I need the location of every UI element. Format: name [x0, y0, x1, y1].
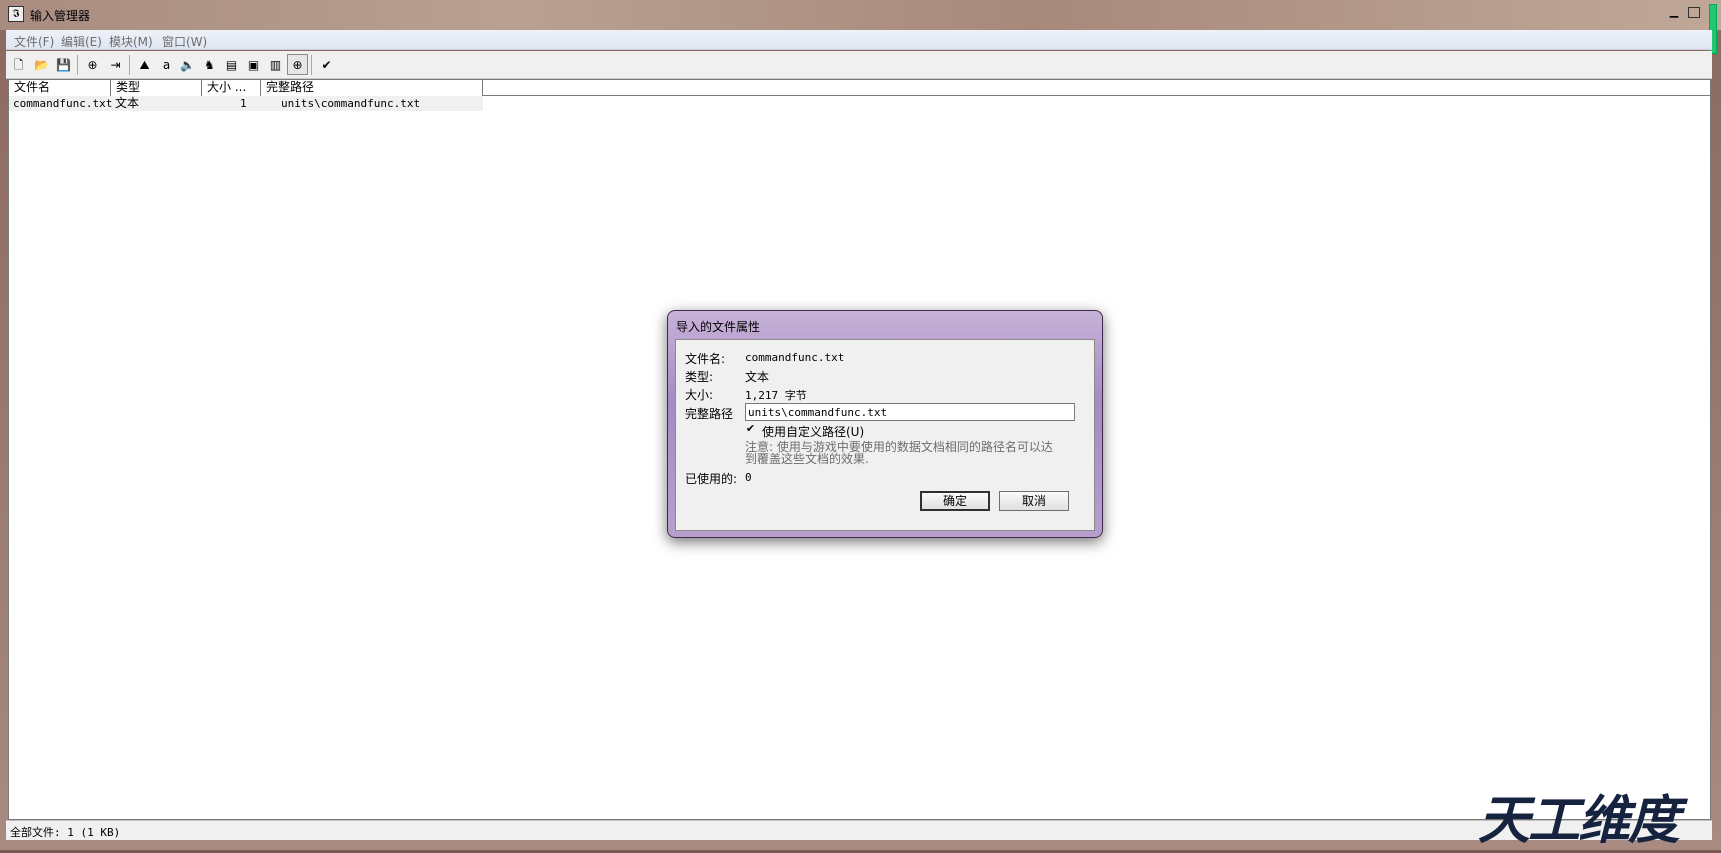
- unit-editor-icon[interactable]: a: [156, 54, 177, 75]
- cancel-button[interactable]: 取消: [999, 491, 1069, 511]
- custom-path-checkbox[interactable]: ✔: [745, 423, 756, 435]
- filename-value: commandfunc.txt: [745, 351, 845, 364]
- column-header-path[interactable]: 完整路径: [261, 80, 483, 96]
- row-path: units\commandfunc.txt: [281, 97, 421, 110]
- test-map-icon[interactable]: ✔: [316, 54, 337, 75]
- row-type: 文本: [115, 96, 140, 110]
- save-icon[interactable]: 💾: [53, 54, 74, 75]
- used-value: 0: [745, 471, 752, 484]
- row-filename: commandfunc.txt: [13, 97, 113, 110]
- watermark-text: 天工维度: [1478, 791, 1680, 851]
- dialog-title: 导入的文件属性: [676, 320, 761, 334]
- menu-window[interactable]: 窗口(W): [162, 33, 207, 50]
- ok-button[interactable]: 确定: [920, 491, 990, 511]
- import-manager-window: 𝕴 输入管理器 ▁ 文件(F) 编辑(E) 模块(M) 窗口(W) 🗋 📂 💾 …: [0, 0, 1721, 851]
- list-header: 文件名 类型 大小 ... 完整路径: [9, 80, 1712, 96]
- table-row[interactable]: commandfunc.txt 文本 1 units\commandfunc.t…: [9, 96, 483, 111]
- size-label: 大小:: [685, 388, 714, 402]
- column-header-size[interactable]: 大小 ...: [202, 80, 261, 96]
- open-folder-icon[interactable]: 📂: [31, 54, 52, 75]
- terrain-editor-icon[interactable]: ⛰: [134, 54, 155, 75]
- path-input[interactable]: [745, 403, 1075, 421]
- window-title: 输入管理器: [30, 9, 91, 23]
- status-text: 全部文件: 1 (1 KB): [10, 826, 121, 839]
- file-properties-dialog: 导入的文件属性 文件名: commandfunc.txt 类型: 文本 大小: …: [667, 310, 1103, 538]
- menu-edit[interactable]: 编辑(E): [61, 33, 102, 50]
- column-header-filename[interactable]: 文件名: [9, 80, 111, 96]
- dialog-body: 文件名: commandfunc.txt 类型: 文本 大小: 1,217 字节…: [675, 339, 1095, 531]
- column-header-type[interactable]: 类型: [111, 80, 202, 96]
- import-file-icon[interactable]: ⊕: [82, 54, 103, 75]
- maximize-button[interactable]: [1688, 7, 1700, 18]
- toolbar-separator: [311, 55, 312, 75]
- minimize-button[interactable]: ▁: [1664, 4, 1684, 22]
- toolbar-separator: [77, 55, 78, 75]
- export-file-icon[interactable]: ⇥: [105, 54, 126, 75]
- custom-path-label[interactable]: 使用自定义路径(U): [762, 423, 864, 440]
- path-label: 完整路径: [685, 407, 734, 421]
- toolbar-separator: [129, 55, 130, 75]
- status-bar: 全部文件: 1 (1 KB): [6, 820, 1712, 840]
- type-label: 类型:: [685, 370, 714, 384]
- row-size: 1: [240, 97, 247, 110]
- menu-module[interactable]: 模块(M): [109, 33, 153, 50]
- filename-label: 文件名:: [685, 352, 726, 366]
- campaign-editor-icon[interactable]: ▥: [265, 54, 286, 75]
- used-label: 已使用的:: [685, 472, 738, 486]
- app-icon: 𝕴: [8, 6, 24, 22]
- trigger-editor-icon[interactable]: ♞: [199, 54, 220, 75]
- type-value: 文本: [745, 370, 770, 384]
- sound-editor-icon[interactable]: 🔈: [177, 54, 198, 75]
- title-bar: 𝕴 输入管理器 ▁: [0, 0, 1721, 54]
- watermark-logo: 天工维度: [1478, 772, 1714, 851]
- new-file-icon[interactable]: 🗋: [8, 54, 29, 75]
- note-text: 注意: 使用与游戏中要使用的数据文档相同的路径名可以达到覆盖这些文档的效果.: [745, 440, 1053, 466]
- menu-bar: 文件(F) 编辑(E) 模块(M) 窗口(W): [6, 30, 1712, 50]
- size-value: 1,217 字节: [745, 389, 807, 402]
- import-manager-icon[interactable]: ⊕: [287, 54, 308, 75]
- menu-file[interactable]: 文件(F): [14, 33, 54, 50]
- object-editor-icon[interactable]: ▤: [221, 54, 242, 75]
- ai-editor-icon[interactable]: ▣: [243, 54, 264, 75]
- toolbar: 🗋 📂 💾 ⊕ ⇥ ⛰ a 🔈 ♞ ▤ ▣ ▥ ⊕ ✔: [6, 51, 1712, 79]
